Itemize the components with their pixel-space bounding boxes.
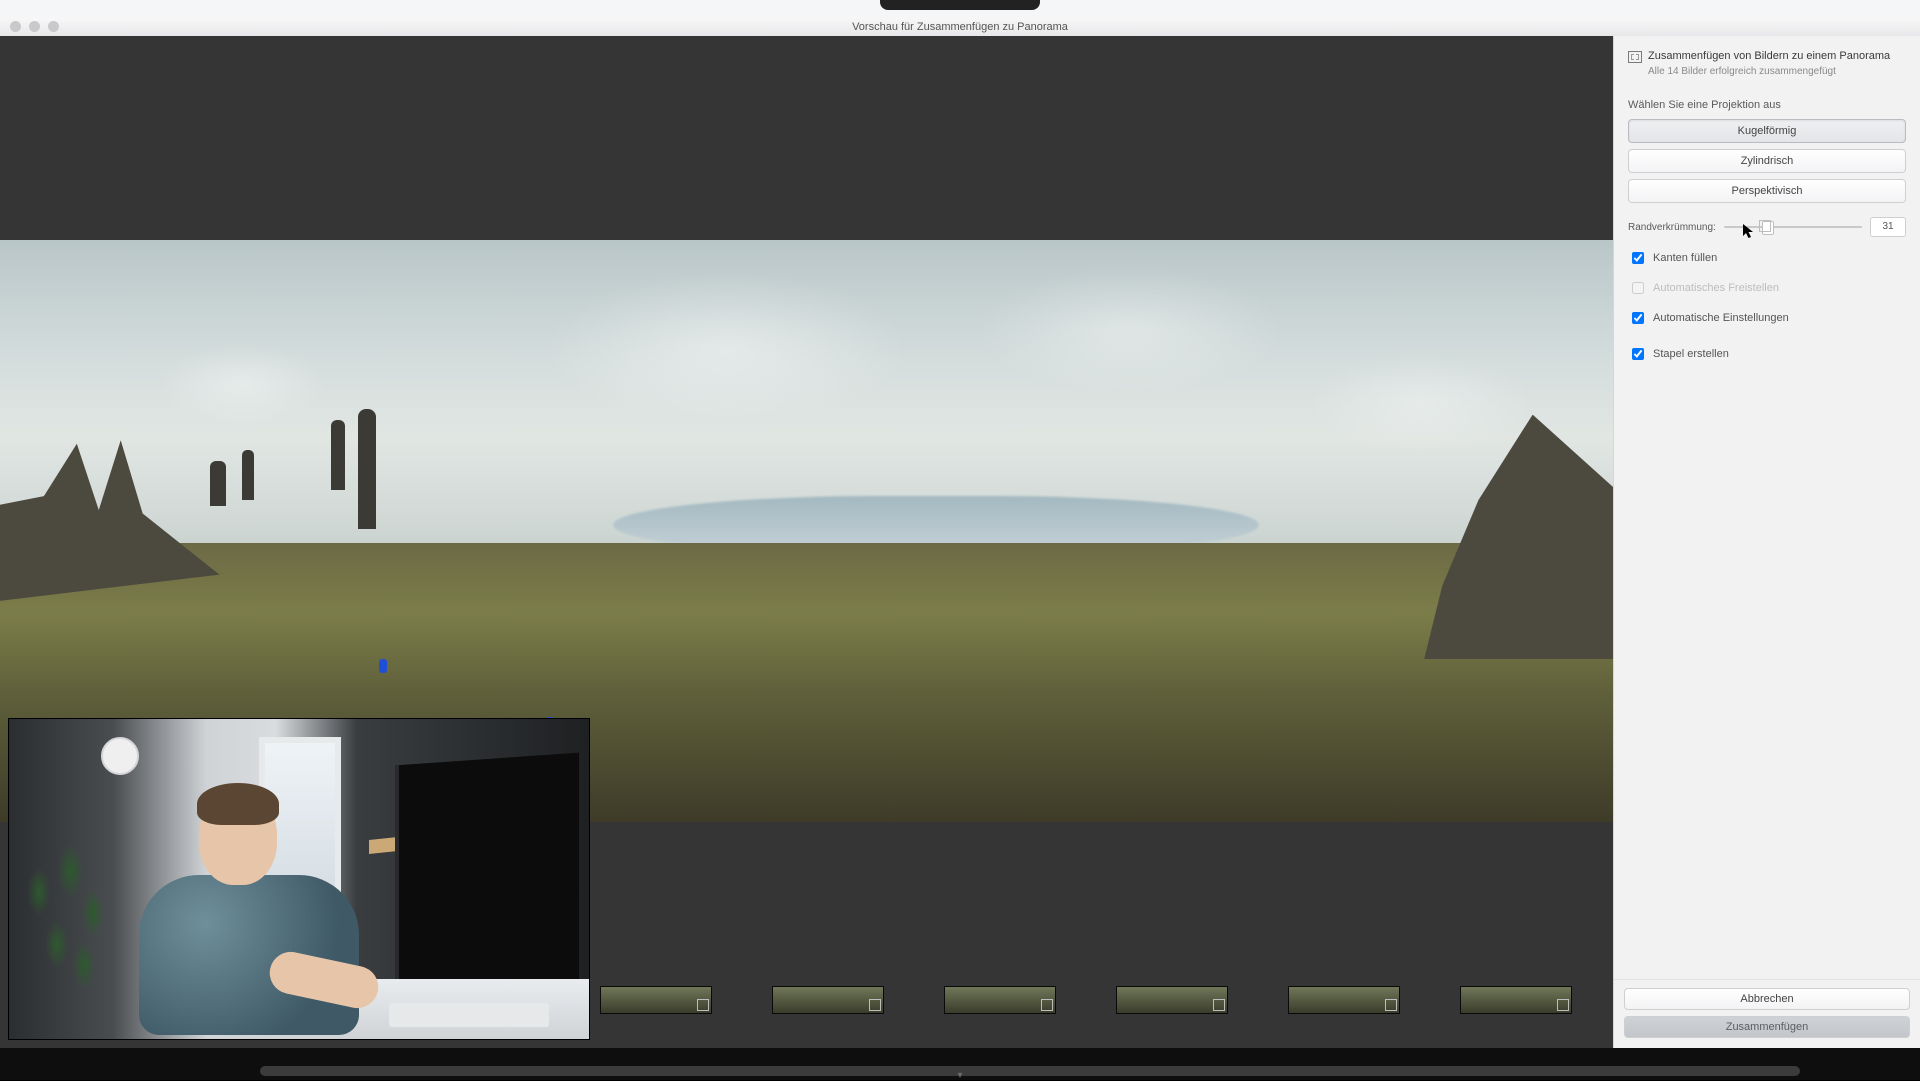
macos-menubar — [0, 0, 1920, 18]
horizontal-scrollbar[interactable] — [260, 1066, 1800, 1076]
window-titlebar: Vorschau für Zusammenfügen zu Panorama — [0, 18, 1920, 37]
filmstrip-thumbnail[interactable] — [772, 986, 884, 1014]
projection-spherical-button[interactable]: Kugelförmig — [1628, 119, 1906, 143]
merge-button[interactable]: Zusammenfügen — [1624, 1016, 1910, 1038]
boundary-warp-slider[interactable] — [1724, 220, 1862, 234]
auto-crop-input — [1632, 282, 1644, 294]
slider-thumb[interactable] — [1762, 221, 1774, 235]
auto-crop-label: Automatisches Freistellen — [1653, 282, 1779, 294]
auto-settings-label: Automatische Einstellungen — [1653, 312, 1789, 324]
merge-sidebar: Zusammenfügen von Bildern zu einem Panor… — [1613, 36, 1920, 1048]
sidebar-subtitle: Alle 14 Bilder erfolgreich zusammengefüg… — [1648, 66, 1906, 77]
sidebar-title: Zusammenfügen von Bildern zu einem Panor… — [1648, 50, 1890, 62]
auto-settings-checkbox[interactable]: Automatische Einstellungen — [1628, 309, 1906, 327]
sidebar-footer: Abbrechen Zusammenfügen — [1614, 979, 1920, 1048]
filmstrip[interactable] — [600, 986, 1614, 1014]
panorama-icon — [1628, 51, 1642, 63]
fill-edges-input[interactable] — [1632, 252, 1644, 264]
create-stack-input[interactable] — [1632, 348, 1644, 360]
projection-segmented: Kugelförmig Zylindrisch Perspektivisch — [1628, 119, 1906, 203]
fill-edges-checkbox[interactable]: Kanten füllen — [1628, 249, 1906, 267]
filmstrip-thumbnail[interactable] — [944, 986, 1056, 1014]
auto-settings-input[interactable] — [1632, 312, 1644, 324]
scrollbar-knob[interactable] — [260, 1066, 1800, 1076]
create-stack-checkbox[interactable]: Stapel erstellen — [1628, 345, 1906, 363]
create-stack-label: Stapel erstellen — [1653, 348, 1729, 360]
auto-crop-checkbox: Automatisches Freistellen — [1628, 279, 1906, 297]
filmstrip-thumbnail[interactable] — [600, 986, 712, 1014]
cancel-button[interactable]: Abbrechen — [1624, 988, 1910, 1010]
boundary-warp-value[interactable]: 31 — [1870, 217, 1906, 237]
chevron-down-icon[interactable]: ▾ — [951, 1070, 969, 1078]
display-notch — [880, 0, 1040, 10]
projection-cylindrical-button[interactable]: Zylindrisch — [1628, 149, 1906, 173]
projection-perspective-button[interactable]: Perspektivisch — [1628, 179, 1906, 203]
panorama-preview-canvas[interactable] — [0, 36, 1614, 1048]
window-title: Vorschau für Zusammenfügen zu Panorama — [0, 18, 1920, 36]
filmstrip-thumbnail[interactable] — [1116, 986, 1228, 1014]
boundary-warp-label: Randverkrümmung: — [1628, 222, 1716, 233]
fill-edges-label: Kanten füllen — [1653, 252, 1717, 264]
bottom-bar: ▾ — [0, 1048, 1920, 1080]
presenter-webcam-overlay — [8, 718, 590, 1040]
filmstrip-thumbnail[interactable] — [1288, 986, 1400, 1014]
filmstrip-thumbnail[interactable] — [1460, 986, 1572, 1014]
projection-label: Wählen Sie eine Projektion aus — [1628, 99, 1906, 111]
